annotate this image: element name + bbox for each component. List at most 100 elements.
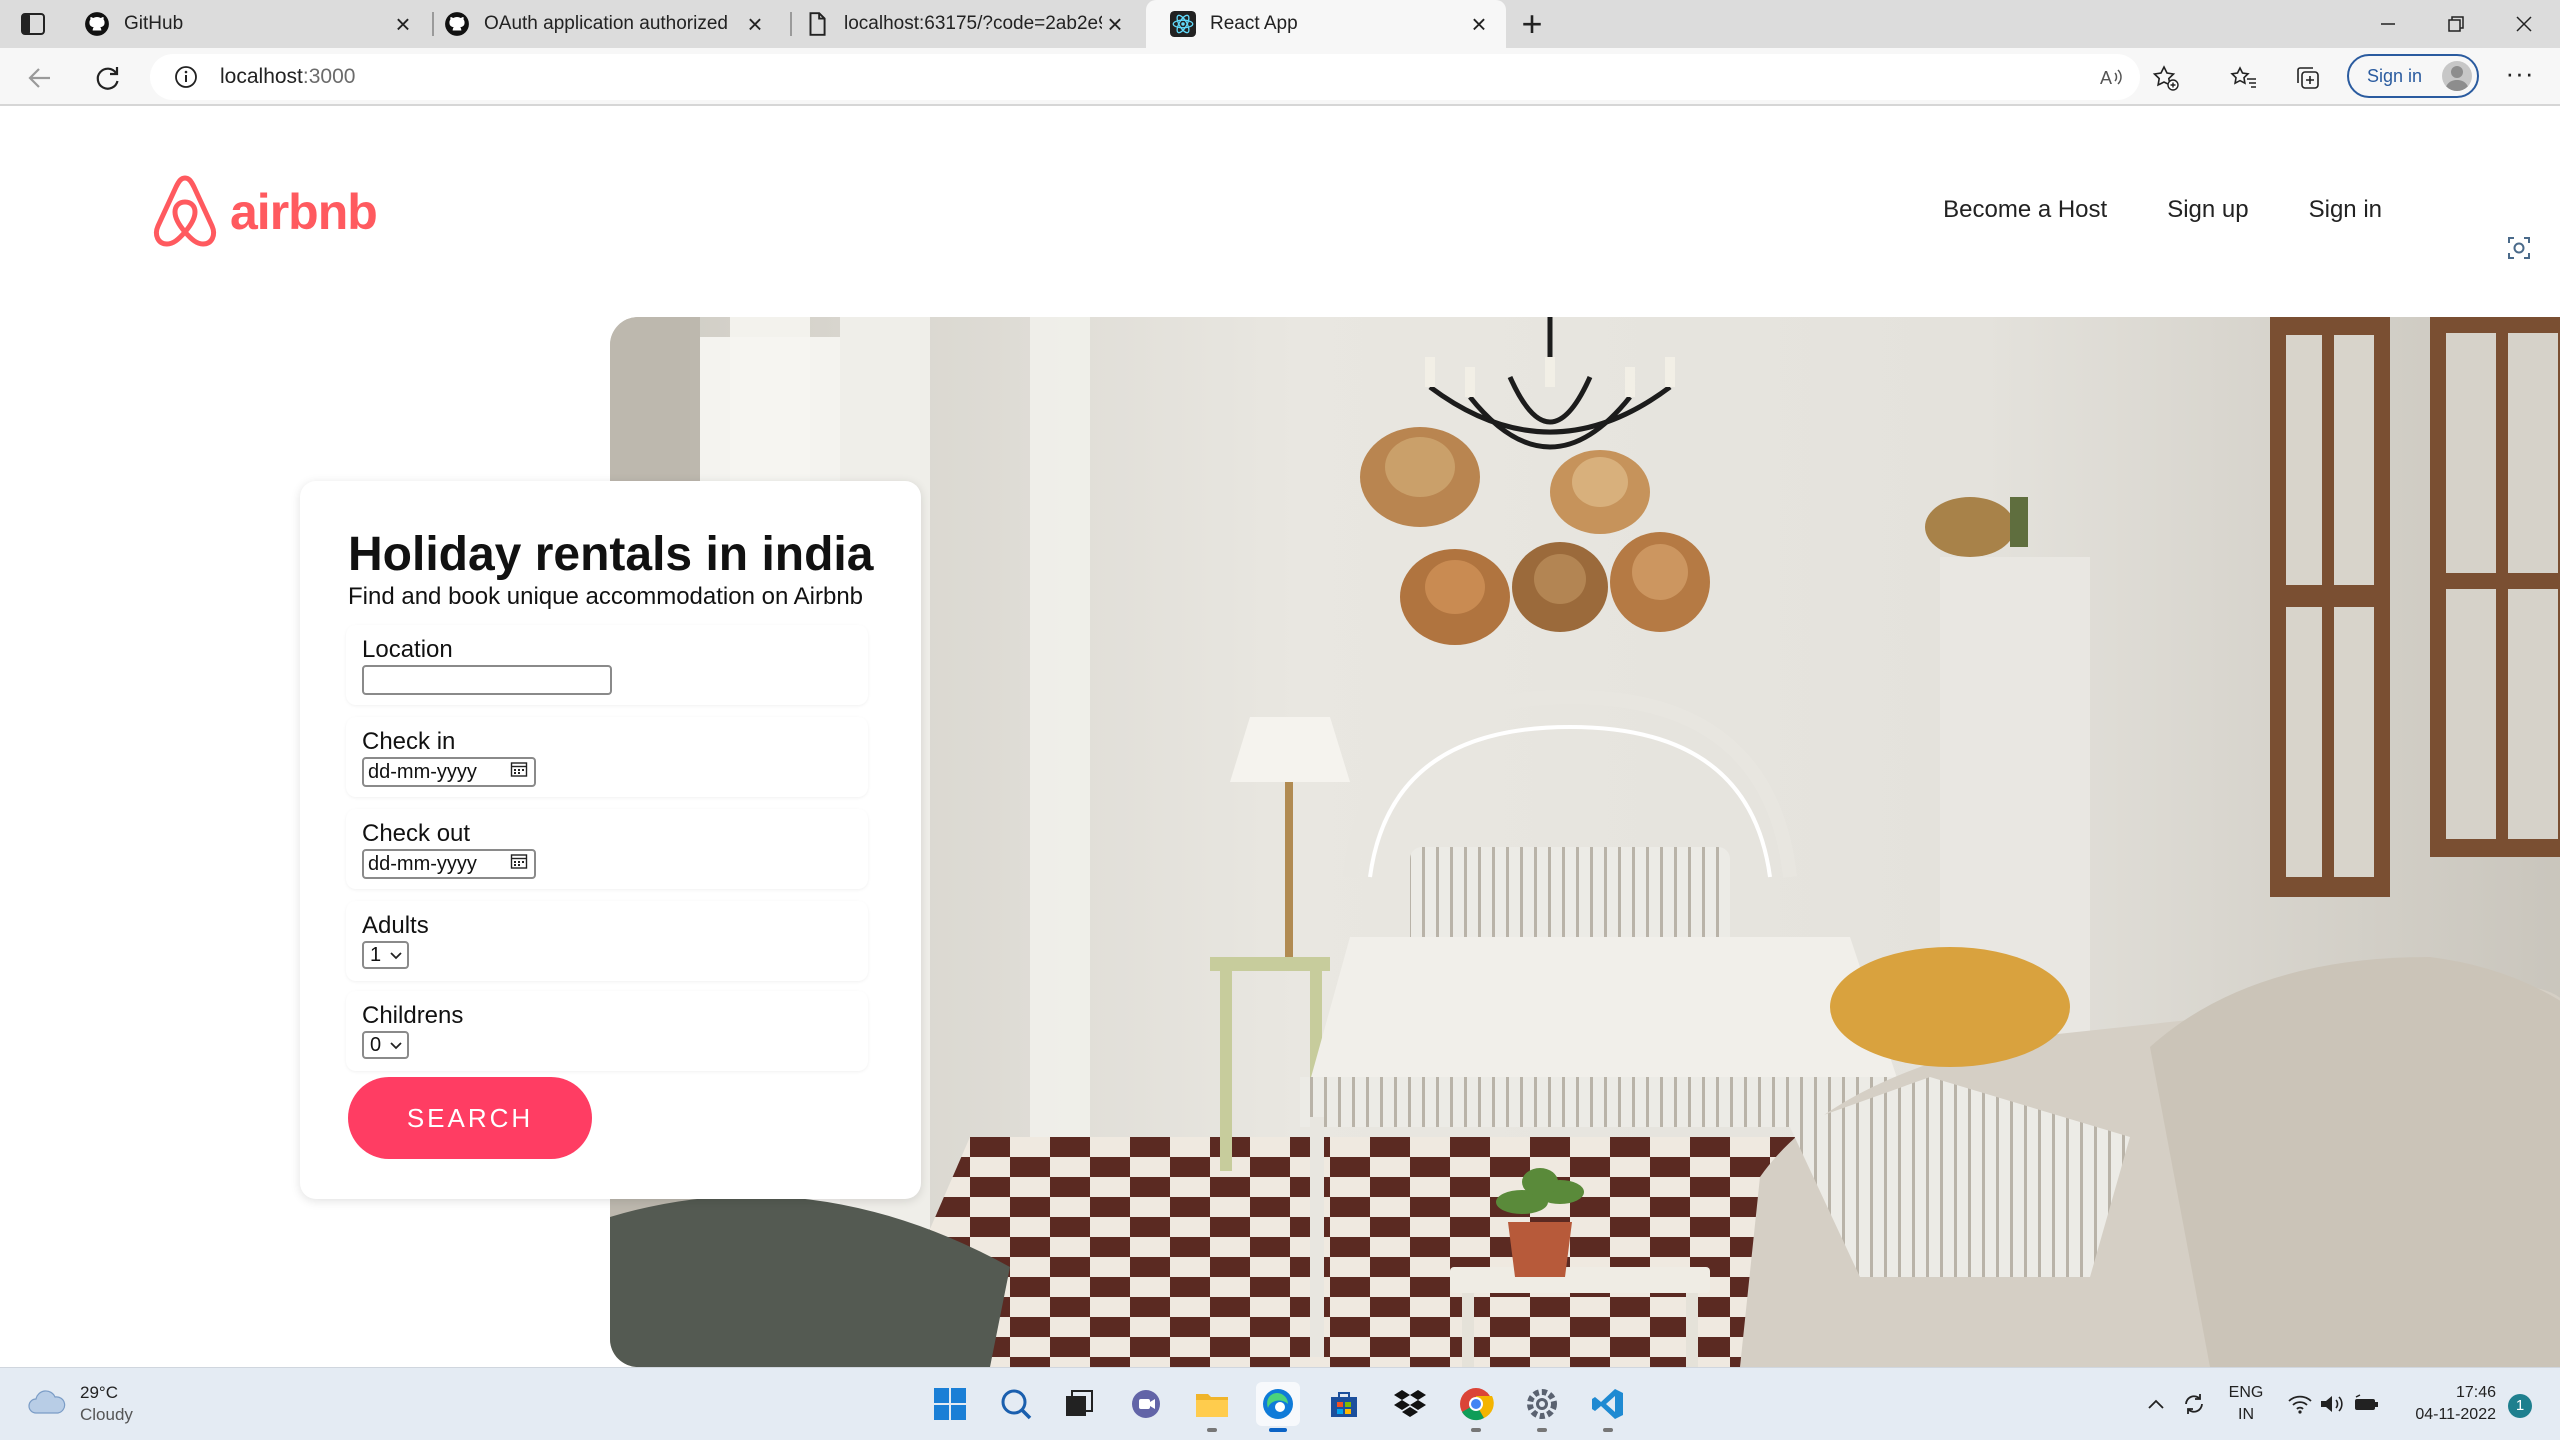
chevron-down-icon [389, 944, 403, 967]
region-code: IN [2238, 1406, 2254, 1423]
time: 17:46 [2455, 1384, 2496, 1401]
react-icon [1170, 11, 1196, 37]
brand-name: airbnb [230, 184, 378, 240]
weather-temp: 29°C [80, 1383, 118, 1402]
children-select[interactable]: 0 [362, 1031, 410, 1059]
read-aloud-icon[interactable]: A [2094, 60, 2130, 96]
store-icon[interactable] [1322, 1382, 1366, 1426]
tab-react-app[interactable]: React App × [1146, 0, 1506, 48]
start-icon[interactable] [928, 1382, 972, 1426]
become-host-link[interactable]: Become a Host [1943, 196, 2107, 224]
search-icon[interactable] [994, 1382, 1038, 1426]
checkout-label: Check out [362, 820, 471, 847]
teams-chat-icon[interactable] [1124, 1382, 1168, 1426]
checkout-field: Check out dd-mm-yyyy [346, 809, 868, 889]
tab-title: OAuth application authorized [484, 13, 728, 34]
children-label: Childrens [362, 1002, 464, 1029]
checkin-value: dd-mm-yyyy [368, 760, 477, 783]
airbnb-logo[interactable]: airbnb [150, 174, 378, 250]
sign-up-link[interactable]: Sign up [2167, 196, 2248, 224]
weather-condition: Cloudy [80, 1405, 133, 1424]
running-indicator [1471, 1428, 1481, 1432]
profile-signin-button[interactable]: Sign in [2347, 54, 2479, 98]
location-input[interactable] [362, 665, 612, 695]
tab-actions-icon[interactable] [20, 12, 46, 36]
chevron-up-icon[interactable] [2142, 1390, 2170, 1418]
close-icon[interactable]: × [1102, 9, 1128, 39]
adults-select[interactable]: 1 [362, 941, 410, 969]
tab-localhost-code[interactable]: localhost:63175/?code=2ab2e9d × [780, 0, 1142, 48]
children-field: Childrens 0 [346, 991, 868, 1071]
github-icon [84, 11, 110, 37]
dropbox-icon[interactable] [1388, 1382, 1432, 1426]
file-explorer-icon[interactable] [1190, 1382, 1234, 1432]
tab-github[interactable]: GitHub × [60, 0, 430, 48]
new-tab-button[interactable]: + [1515, 6, 1549, 42]
search-card: Holiday rentals in india Find and book u… [300, 481, 921, 1199]
github-icon [444, 11, 470, 37]
page-icon [804, 11, 830, 37]
edge-icon[interactable] [1256, 1382, 1300, 1432]
chevron-down-icon [389, 1034, 403, 1057]
chrome-icon[interactable] [1454, 1382, 1498, 1432]
info-icon[interactable] [174, 65, 198, 89]
cloud-icon [26, 1387, 66, 1422]
airbnb-logo-icon [153, 175, 217, 247]
checkin-field: Check in dd-mm-yyyy [346, 717, 868, 797]
minimize-button[interactable] [2352, 0, 2424, 48]
weather-widget[interactable]: 29°C Cloudy [26, 1382, 133, 1426]
checkin-label: Check in [362, 728, 456, 755]
adults-field: Adults 1 [346, 901, 868, 981]
add-favorite-icon[interactable] [2148, 60, 2184, 96]
card-subtitle: Find and book unique accommodation on Ai… [348, 583, 864, 610]
restore-button[interactable] [2420, 0, 2492, 48]
card-title: Holiday rentals in india [348, 528, 874, 581]
svg-text:A: A [2100, 68, 2112, 88]
checkout-input[interactable]: dd-mm-yyyy [362, 849, 536, 879]
avatar [2442, 61, 2472, 91]
clock[interactable]: 17:46 04-11-2022 [2400, 1382, 2496, 1426]
tab-title: React App [1210, 13, 1298, 34]
running-indicator [1207, 1428, 1217, 1432]
search-button[interactable]: SEARCH [348, 1077, 592, 1159]
checkout-value: dd-mm-yyyy [368, 852, 477, 875]
back-button[interactable] [20, 58, 60, 98]
close-icon[interactable]: × [1466, 9, 1492, 39]
calendar-icon[interactable] [510, 852, 528, 876]
tab-title: localhost:63175/?code=2ab2e9d [844, 13, 1102, 34]
top-navigation: Become a Host Sign up Sign in [1943, 196, 2382, 224]
adults-label: Adults [362, 912, 429, 939]
browser-tab-bar: GitHub × OAuth application authorized × … [0, 0, 2560, 48]
more-options-icon[interactable]: ··· [2500, 60, 2540, 96]
close-icon[interactable]: × [742, 9, 768, 39]
tab-title: GitHub [124, 13, 184, 34]
language-indicator[interactable]: ENG IN [2228, 1382, 2264, 1426]
collections-icon[interactable] [2290, 60, 2326, 96]
wifi-icon[interactable] [2286, 1390, 2314, 1418]
running-indicator [1537, 1428, 1547, 1432]
volume-icon[interactable] [2318, 1390, 2346, 1418]
date: 04-11-2022 [2415, 1406, 2496, 1423]
close-window-button[interactable] [2488, 0, 2560, 48]
running-indicator [1269, 1428, 1287, 1432]
notification-badge[interactable]: 1 [2508, 1394, 2532, 1418]
refresh-button[interactable] [88, 58, 128, 98]
calendar-icon[interactable] [510, 760, 528, 784]
vscode-icon[interactable] [1586, 1382, 1630, 1432]
running-indicator [1603, 1428, 1613, 1432]
favorites-icon[interactable] [2226, 60, 2262, 96]
url-port: :3000 [302, 65, 356, 88]
sync-icon[interactable] [2180, 1390, 2208, 1418]
address-bar[interactable]: localhost:3000 [150, 54, 2140, 100]
close-icon[interactable]: × [390, 9, 416, 39]
battery-icon[interactable] [2352, 1390, 2380, 1418]
visual-search-icon[interactable] [2497, 226, 2541, 270]
settings-icon[interactable] [1520, 1382, 1564, 1432]
taskbar: 29°C Cloudy ENG IN 17:46 04-11-2022 1 [0, 1367, 2560, 1440]
task-view-icon[interactable] [1058, 1382, 1102, 1426]
checkin-input[interactable]: dd-mm-yyyy [362, 757, 536, 787]
language-code: ENG [2228, 1384, 2264, 1401]
tab-oauth[interactable]: OAuth application authorized × [420, 0, 782, 48]
sign-in-link[interactable]: Sign in [2309, 196, 2382, 224]
location-field: Location [346, 625, 868, 705]
